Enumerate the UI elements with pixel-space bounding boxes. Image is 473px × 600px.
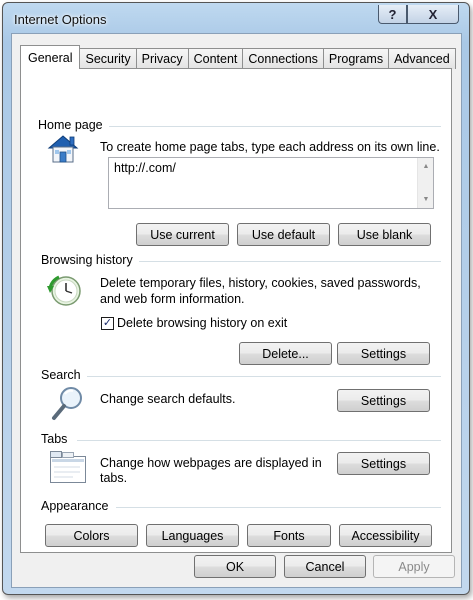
home-page-url-textarea[interactable]: http://.com/ ▲ ▼ — [108, 157, 434, 209]
home-page-heading: Home page — [38, 118, 109, 132]
home-page-url-value: http://.com/ — [114, 161, 176, 175]
window-title: Internet Options — [14, 12, 107, 27]
delete-history-button[interactable]: Delete... — [239, 342, 332, 365]
tabs-window-icon — [50, 451, 86, 483]
tab-connections[interactable]: Connections — [242, 48, 324, 69]
tabs-description-1: Change how webpages are displayed in — [100, 456, 322, 470]
tab-strip: General Security Privacy Content Connect… — [20, 45, 456, 69]
browsing-history-heading: Browsing history — [41, 253, 139, 267]
tab-general[interactable]: General — [20, 45, 81, 69]
colors-button[interactable]: Colors — [45, 524, 138, 547]
scroll-up-icon[interactable]: ▲ — [418, 159, 434, 174]
search-description: Change search defaults. — [100, 392, 236, 406]
delete-on-exit-label[interactable]: Delete browsing history on exit — [117, 315, 287, 331]
home-page-group-line — [101, 126, 441, 127]
fonts-button[interactable]: Fonts — [247, 524, 331, 547]
close-button[interactable]: X — [407, 5, 459, 24]
close-icon: X — [428, 6, 438, 22]
languages-button[interactable]: Languages — [146, 524, 239, 547]
appearance-group-line — [116, 507, 441, 508]
use-blank-button[interactable]: Use blank — [338, 223, 431, 246]
tab-privacy[interactable]: Privacy — [135, 48, 189, 69]
accessibility-button[interactable]: Accessibility — [339, 524, 432, 547]
appearance-heading: Appearance — [41, 499, 115, 513]
history-clock-icon — [47, 275, 81, 306]
apply-button[interactable]: Apply — [373, 555, 455, 578]
search-settings-button[interactable]: Settings — [337, 389, 430, 412]
internet-options-window: Internet Options ? X General Security Pr… — [2, 2, 470, 595]
dialog-client-area: General Security Privacy Content Connect… — [11, 33, 462, 588]
tabs-heading: Tabs — [41, 432, 74, 446]
home-page-description: To create home page tabs, type each addr… — [100, 140, 440, 154]
tabs-group-line — [77, 440, 441, 441]
tab-advanced[interactable]: Advanced — [388, 48, 456, 69]
checkmark-icon: ✓ — [102, 317, 113, 329]
browsing-history-group-line — [131, 261, 441, 262]
browsing-history-settings-button[interactable]: Settings — [337, 342, 430, 365]
ok-button[interactable]: OK — [194, 555, 276, 578]
delete-on-exit-checkbox[interactable]: ✓ — [101, 317, 114, 330]
tab-content[interactable]: Content — [187, 48, 244, 69]
browsing-history-description-1: Delete temporary files, history, cookies… — [100, 276, 421, 290]
tabs-settings-button[interactable]: Settings — [337, 452, 430, 475]
home-page-scrollbar[interactable]: ▲ ▼ — [417, 158, 433, 208]
tab-programs[interactable]: Programs — [322, 48, 390, 69]
magnifier-icon — [52, 387, 82, 420]
tabs-description-2: tabs. — [100, 471, 128, 485]
use-default-button[interactable]: Use default — [237, 223, 330, 246]
tab-security[interactable]: Security — [79, 48, 137, 69]
use-current-button[interactable]: Use current — [136, 223, 229, 246]
search-heading: Search — [41, 368, 87, 382]
help-button[interactable]: ? — [378, 5, 407, 24]
search-group-line — [86, 376, 441, 377]
scroll-down-icon[interactable]: ▼ — [418, 192, 434, 207]
home-icon — [47, 135, 79, 163]
cancel-button[interactable]: Cancel — [284, 555, 366, 578]
browsing-history-description-2: and web form information. — [100, 292, 245, 306]
title-bar[interactable]: Internet Options ? X — [3, 3, 469, 33]
general-tab-panel: Home page To create home page tabs, type… — [20, 68, 452, 553]
help-icon: ? — [388, 6, 397, 22]
